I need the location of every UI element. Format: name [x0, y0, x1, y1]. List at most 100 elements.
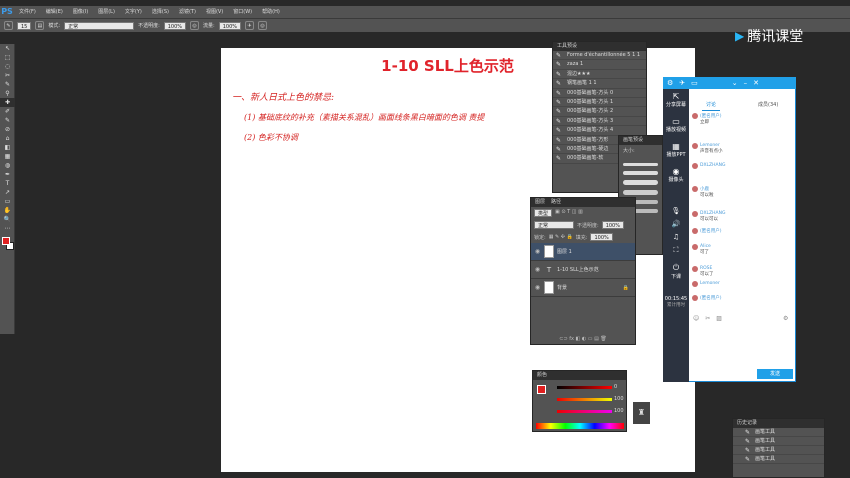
crop-tool-icon[interactable]: ✂	[0, 71, 15, 80]
airbrush-icon[interactable]: ✈	[245, 21, 255, 30]
layer-row[interactable]: ◉ 图层 1	[531, 243, 635, 261]
music-icon[interactable]: ♫	[663, 233, 689, 241]
window-icon[interactable]: ▭	[691, 79, 698, 87]
fullscreen-icon[interactable]: ⛶	[663, 246, 689, 255]
lock-icons[interactable]: ▦ ✎ ✣ 🔒	[549, 234, 573, 240]
marquee-tool-icon[interactable]: ⬚	[0, 53, 15, 62]
tab-layers[interactable]: 图层	[535, 198, 545, 207]
freeform-tool-icon[interactable]: ✒	[0, 170, 15, 179]
opacity-field[interactable]: 100%	[163, 21, 187, 30]
close-icon[interactable]: ✕	[753, 79, 759, 87]
send-button[interactable]: 发送	[757, 369, 793, 379]
preset-item[interactable]: ✎ 混边★★★	[553, 70, 646, 80]
history-item[interactable]: ✎ 画笔工具	[733, 428, 824, 437]
side-tool[interactable]: ◉ 摄像头	[663, 164, 689, 189]
layer-row[interactable]: ◉ T 1-10 SLL上色示范	[531, 261, 635, 279]
history-brush-tool-icon[interactable]: ✎	[0, 116, 15, 125]
side-tool[interactable]: ⇱ 分享屏幕	[663, 89, 689, 114]
brush-panel-icon[interactable]: ▤	[35, 21, 45, 30]
pressure-opacity-icon[interactable]: ◎	[190, 21, 200, 30]
history-item[interactable]: ✎ 画笔工具	[733, 437, 824, 446]
foreground-color-swatch[interactable]	[537, 385, 546, 394]
preset-item[interactable]: ✎ 000基础画笔-方头 0	[553, 89, 646, 98]
preset-item[interactable]: ✎ zaza 1	[553, 60, 646, 70]
tab-paths[interactable]: 路径	[551, 198, 561, 207]
spot-heal-tool-icon[interactable]: ⚲	[0, 89, 15, 98]
preset-item[interactable]: ✎ 000基础画笔-方头 1	[553, 98, 646, 108]
menu-icon[interactable]: ⌄	[732, 79, 738, 87]
menu-item[interactable]: 视图(V)	[201, 6, 228, 18]
path-select-tool-icon[interactable]: ↗	[0, 188, 15, 197]
filter-icons[interactable]: ▣ ⊙ T ◫ ▥	[555, 209, 583, 217]
blur-tool-icon[interactable]: ◧	[0, 143, 15, 152]
pen-tool-icon[interactable]: ◍	[0, 161, 15, 170]
more-tools-icon[interactable]: ⋯	[0, 224, 15, 233]
layer-footer-icons[interactable]: ⊂⊃ fx ◧ ◐ ▭ ▤ 🗑	[531, 336, 635, 342]
brush-size-field[interactable]: 15	[17, 21, 32, 30]
end-class-icon[interactable]: ⏻	[663, 263, 689, 273]
image-icon[interactable]: ▨	[716, 315, 722, 322]
zoom-tool-icon[interactable]: 🔍	[0, 215, 15, 224]
menu-item[interactable]: 帮助(H)	[257, 6, 285, 18]
color-swatches[interactable]	[0, 233, 14, 255]
type-tool-icon[interactable]: T	[0, 179, 15, 188]
brush-tool-icon[interactable]: ✎	[4, 21, 13, 30]
mic-icon[interactable]: 🎙	[663, 207, 689, 215]
visibility-eye-icon[interactable]: ◉	[534, 284, 541, 291]
menu-item[interactable]: 选择(S)	[147, 6, 174, 18]
chat-username[interactable]: Lemoner	[700, 281, 720, 286]
color-spectrum[interactable]	[536, 423, 624, 429]
minimize-icon[interactable]: –	[744, 79, 748, 87]
move-tool-icon[interactable]: ↖	[0, 44, 15, 53]
brush-tool-icon[interactable]: ✚	[0, 98, 15, 107]
red-slider[interactable]	[557, 386, 612, 389]
blue-value[interactable]: 100	[614, 408, 624, 414]
pressure-size-icon[interactable]: ◎	[258, 21, 268, 30]
dodge-tool-icon[interactable]: ▦	[0, 152, 15, 161]
flow-field[interactable]: 100%	[218, 21, 242, 30]
adjustment-icon[interactable]: ♜	[633, 402, 650, 424]
layer-opacity-field[interactable]: 100%	[601, 221, 624, 229]
chat-settings-icon[interactable]: ⚙	[783, 315, 788, 322]
settings-icon[interactable]: ⚙	[667, 79, 673, 87]
preset-item[interactable]: ✎ 000基础画笔-方头 2	[553, 107, 646, 117]
share-icon[interactable]: ✈	[679, 79, 685, 87]
red-value[interactable]: 0	[614, 384, 617, 390]
preset-item[interactable]: ✎ 000基础画笔-方头 3	[553, 117, 646, 127]
visibility-eye-icon[interactable]: ◉	[534, 248, 541, 255]
preset-item[interactable]: ✎ Forme d'échantillonnée 5 1 1	[553, 51, 646, 61]
foreground-color-swatch[interactable]	[2, 237, 10, 245]
tab-members[interactable]: 成员(34)	[758, 101, 778, 108]
gradient-tool-icon[interactable]: ⌂	[0, 134, 15, 143]
chat-username[interactable]: DXLZHANG	[700, 163, 725, 168]
chat-username[interactable]: (匿名用户)	[700, 228, 722, 234]
eraser-tool-icon[interactable]: ⊘	[0, 125, 15, 134]
side-tool[interactable]: ▦ 播放PPT	[663, 139, 689, 164]
menu-item[interactable]: 窗口(W)	[228, 6, 257, 18]
blue-slider[interactable]	[557, 410, 612, 413]
green-value[interactable]: 100	[614, 396, 624, 402]
history-item[interactable]: ✎ 画笔工具	[733, 455, 824, 464]
chat-username[interactable]: (匿名用户)	[700, 295, 722, 301]
tab-discussion[interactable]: 讨论	[706, 101, 716, 108]
menu-item[interactable]: 文字(Y)	[120, 6, 147, 18]
preset-item[interactable]: ✎ 钢笔画笔 1 1	[553, 79, 646, 89]
blend-mode-select[interactable]: 正常	[534, 221, 574, 229]
layer-kind-filter[interactable]: 类型	[534, 209, 553, 217]
visibility-eye-icon[interactable]: ◉	[534, 266, 541, 273]
emoji-icon[interactable]: ☺	[693, 315, 699, 322]
end-class-label[interactable]: 下课	[663, 273, 689, 280]
stamp-tool-icon[interactable]: ✐	[0, 107, 15, 116]
layer-row[interactable]: ◉ 背景 🔒	[531, 279, 635, 297]
fill-field[interactable]: 100%	[590, 233, 613, 241]
hand-tool-icon[interactable]: ✋	[0, 206, 15, 215]
history-item[interactable]: ✎ 画笔工具	[733, 446, 824, 455]
menu-item[interactable]: 滤镜(T)	[174, 6, 201, 18]
side-tool[interactable]: ▭ 播放视频	[663, 114, 689, 139]
menu-item[interactable]: 编辑(E)	[41, 6, 68, 18]
shape-tool-icon[interactable]: ▭	[0, 197, 15, 206]
eyedropper-tool-icon[interactable]: ✎	[0, 80, 15, 89]
speaker-icon[interactable]: 🔊	[663, 220, 689, 228]
menu-item[interactable]: 文件(F)	[14, 6, 41, 18]
scissors-icon[interactable]: ✂	[705, 315, 710, 322]
